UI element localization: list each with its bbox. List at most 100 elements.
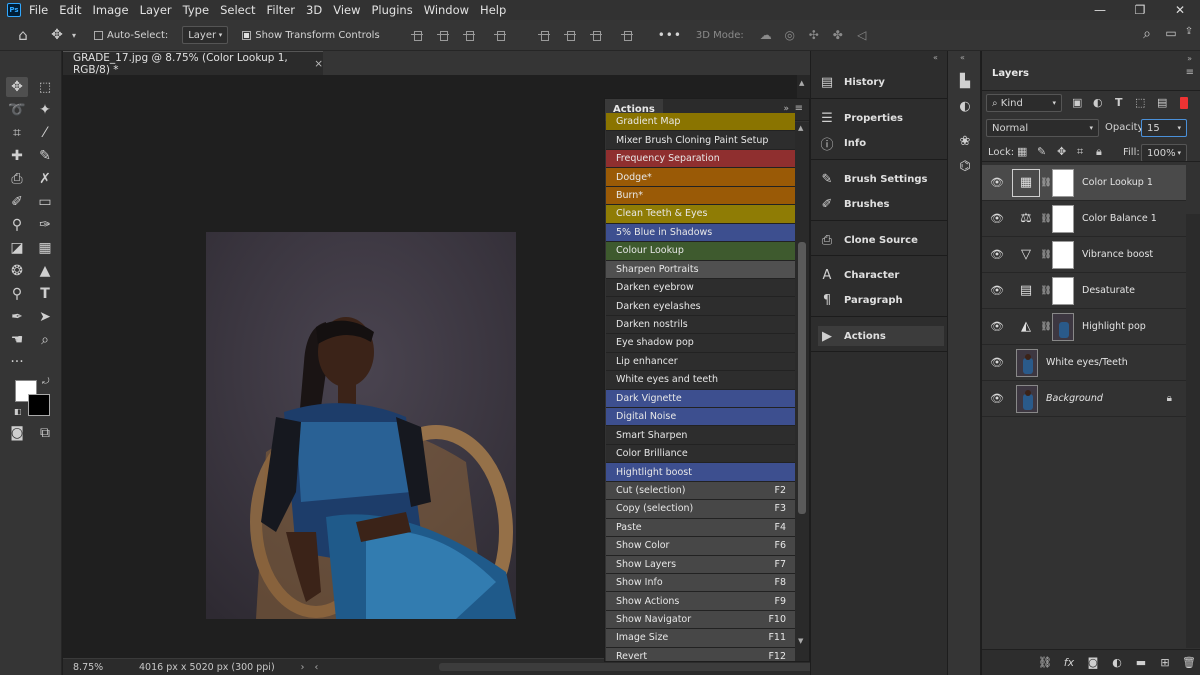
expand-dock-icon[interactable]: «: [960, 53, 965, 62]
filter-toggle-icon[interactable]: [1180, 97, 1188, 109]
action-item[interactable]: Dodge*: [606, 168, 795, 187]
quick-mask-icon[interactable]: ◙: [6, 423, 28, 443]
layer-thumbnail[interactable]: [1016, 348, 1038, 377]
action-item[interactable]: Colour Lookup: [606, 242, 795, 261]
layer-mask-thumbnail[interactable]: [1052, 168, 1074, 197]
action-item[interactable]: Darken eyebrow: [606, 278, 795, 298]
collapse-panel-icon[interactable]: »: [1187, 54, 1192, 63]
action-item[interactable]: Show Actions F9: [606, 592, 795, 611]
show-transform-checkbox[interactable]: [242, 30, 252, 40]
visibility-eye-icon[interactable]: 👁︎: [986, 176, 1008, 189]
dock-item-history[interactable]: ▤ History: [818, 72, 944, 92]
menu-select[interactable]: Select: [220, 3, 255, 17]
more-options-button[interactable]: •••: [658, 28, 682, 42]
lock-position-icon[interactable]: ✥: [1057, 145, 1066, 158]
filter-type-icon[interactable]: T: [1115, 96, 1123, 109]
visibility-eye-icon[interactable]: 👁︎: [986, 248, 1008, 261]
action-item[interactable]: Mixer Brush Cloning Paint Setup: [606, 131, 795, 150]
zoom-level[interactable]: 8.75%: [73, 662, 119, 673]
layer-row[interactable]: 👁︎ White eyes/Teeth: [982, 345, 1186, 381]
layer-row[interactable]: 👁︎ ▦ ⛓ Color Lookup 1: [982, 165, 1186, 201]
mask-link-icon[interactable]: ⛓: [1040, 286, 1052, 296]
close-tab-icon[interactable]: ×: [314, 58, 323, 70]
home-icon[interactable]: ⌂: [0, 26, 46, 44]
sharpen-tool-icon[interactable]: ▲: [34, 261, 56, 281]
lock-artboard-icon[interactable]: ⌗: [1077, 145, 1083, 159]
stamp-tool-icon[interactable]: ⚲: [6, 215, 28, 235]
action-item[interactable]: Gradient Map: [606, 113, 795, 132]
default-colors-icon[interactable]: ◧: [14, 407, 22, 416]
layer-mask-thumbnail[interactable]: [1052, 312, 1074, 341]
action-item[interactable]: Darken eyelashes: [606, 297, 795, 316]
history-brush-tool-icon[interactable]: ✗: [34, 169, 56, 189]
action-item[interactable]: Eye shadow pop: [606, 334, 795, 353]
adjustments-icon[interactable]: ◐: [955, 96, 975, 116]
actions-scrollbar-thumb[interactable]: [798, 242, 806, 514]
layer-filter-kind-dropdown[interactable]: ⌕ Kind ▾: [986, 94, 1062, 112]
action-item[interactable]: Show Info F8: [606, 573, 795, 593]
visibility-eye-icon[interactable]: 👁︎: [986, 212, 1008, 225]
menu-edit[interactable]: Edit: [59, 3, 81, 17]
layer-mask-thumbnail[interactable]: [1052, 240, 1074, 269]
collapse-dock-icon[interactable]: «: [933, 53, 938, 62]
layer-row[interactable]: 👁︎ ◭ ⛓ Highlight pop: [982, 309, 1186, 345]
opacity-input[interactable]: 15 ▾: [1141, 119, 1187, 137]
type-tool-icon[interactable]: T: [34, 284, 56, 304]
layers-scrollbar[interactable]: [1186, 214, 1200, 648]
dodge-tool-icon[interactable]: ⚲: [6, 284, 28, 304]
chevron-down-icon[interactable]: ▾: [68, 31, 80, 40]
more-tools-icon[interactable]: ···: [6, 352, 28, 372]
zoom-tool-icon[interactable]: ⌕: [34, 330, 56, 350]
align-bottom-icon[interactable]: [589, 29, 602, 41]
action-item[interactable]: Sharpen Portraits: [606, 260, 795, 279]
menu-layer[interactable]: Layer: [140, 3, 172, 17]
menu-window[interactable]: Window: [424, 3, 469, 17]
action-item[interactable]: Lip enhancer: [606, 352, 795, 372]
canvas-photo[interactable]: [206, 232, 516, 619]
layer-style-icon[interactable]: fx: [1057, 656, 1081, 669]
quick-selection-tool-icon[interactable]: ✦: [34, 100, 56, 120]
dock-item-info[interactable]: ⓘ Info: [818, 133, 944, 153]
dock-item-character[interactable]: A Character: [818, 265, 944, 285]
action-item[interactable]: 5% Blue in Shadows: [606, 223, 795, 243]
dock-item-paragraph[interactable]: ¶ Paragraph: [818, 290, 944, 310]
orbit-3d-icon[interactable]: ☁: [754, 28, 778, 42]
mask-link-icon[interactable]: ⛓: [1040, 178, 1052, 188]
filter-smart-object-icon[interactable]: ▤: [1157, 96, 1167, 109]
action-item[interactable]: Clean Teeth & Eyes: [606, 205, 795, 224]
distribute-vertical-icon[interactable]: [620, 29, 633, 41]
layer-mask-thumbnail[interactable]: [1052, 276, 1074, 305]
healing-brush-tool-icon[interactable]: ✚: [6, 146, 28, 166]
layer-row[interactable]: 👁︎ Background 🔒︎: [982, 381, 1186, 417]
gradient-tool-icon[interactable]: ▦: [34, 238, 56, 258]
lock-transparent-icon[interactable]: ▦: [1017, 145, 1027, 158]
new-group-icon[interactable]: ▬: [1129, 656, 1153, 669]
scroll-up-icon[interactable]: ▲: [799, 79, 804, 87]
distribute-horizontal-icon[interactable]: [493, 29, 506, 41]
scale-3d-icon[interactable]: ◁: [850, 28, 874, 42]
menu-plugins[interactable]: Plugins: [372, 3, 413, 17]
action-item[interactable]: Show Layers F7: [606, 555, 795, 574]
align-top-icon[interactable]: [537, 29, 550, 41]
dock-item-brushes[interactable]: ✐ Brushes: [818, 194, 944, 214]
layer-row[interactable]: 👁︎ ⚖ ⛓ Color Balance 1: [982, 201, 1186, 237]
dock-item-actions[interactable]: ▶ Actions: [818, 326, 944, 346]
visibility-eye-icon[interactable]: 👁︎: [986, 392, 1008, 405]
action-item[interactable]: Cut (selection) F2: [606, 481, 795, 501]
panel-menu-icon[interactable]: ≡: [795, 103, 803, 114]
drag-3d-icon[interactable]: ✣: [802, 28, 826, 42]
visibility-eye-icon[interactable]: 👁︎: [986, 320, 1008, 333]
scroll-left-icon[interactable]: ‹: [314, 662, 318, 673]
panel-menu-icon[interactable]: ≡: [1186, 67, 1194, 78]
move-tool-preset-icon[interactable]: ✥: [46, 27, 68, 43]
layer-thumbnail[interactable]: [1016, 384, 1038, 413]
action-item[interactable]: Show Color F6: [606, 537, 795, 556]
align-left-icon[interactable]: [410, 29, 423, 41]
horizontal-scrollbar-thumb[interactable]: [439, 663, 859, 671]
eyedropper-tool-icon[interactable]: ⁄: [34, 123, 56, 143]
delete-layer-icon[interactable]: 🗑︎: [1177, 656, 1200, 669]
action-item[interactable]: Darken nostrils: [606, 315, 795, 335]
mask-link-icon[interactable]: ⛓: [1040, 322, 1052, 332]
menu-view[interactable]: View: [333, 3, 360, 17]
lock-image-icon[interactable]: ✎: [1037, 145, 1046, 158]
